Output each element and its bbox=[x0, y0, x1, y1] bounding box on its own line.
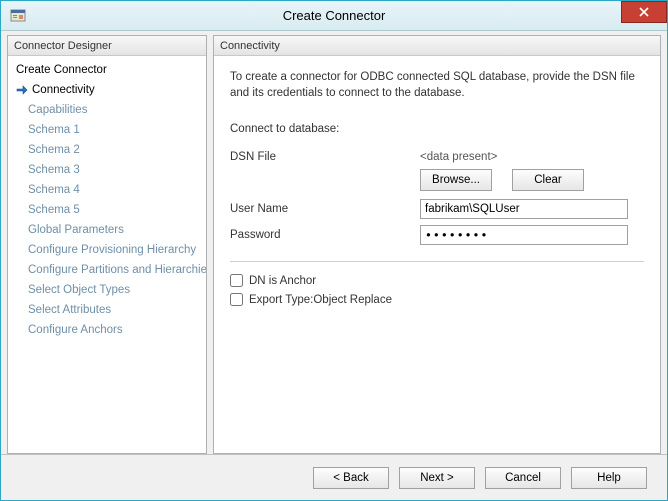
footer: < Back Next > Cancel Help bbox=[1, 454, 667, 500]
nav-item-global-parameters[interactable]: Global Parameters bbox=[14, 220, 206, 240]
nav-item-label: Capabilities bbox=[28, 100, 87, 120]
help-button[interactable]: Help bbox=[571, 467, 647, 489]
nav-item-select-object-types[interactable]: Select Object Types bbox=[14, 280, 206, 300]
dsn-label: DSN File bbox=[230, 151, 420, 163]
nav-item-configure-provisioning-hierarchy[interactable]: Configure Provisioning Hierarchy bbox=[14, 240, 206, 260]
nav-item-create-connector[interactable]: Create Connector bbox=[14, 60, 206, 80]
nav-item-label: Create Connector bbox=[16, 60, 107, 80]
nav-item-label: Schema 4 bbox=[28, 180, 80, 200]
dsn-row: DSN File <data present> bbox=[230, 151, 644, 163]
content-panel: Connectivity To create a connector for O… bbox=[213, 35, 661, 454]
nav-item-schema-1[interactable]: Schema 1 bbox=[14, 120, 206, 140]
nav-item-label: Global Parameters bbox=[28, 220, 124, 240]
nav-item-schema-2[interactable]: Schema 2 bbox=[14, 140, 206, 160]
nav-item-label: Configure Partitions and Hierarchies bbox=[28, 260, 206, 280]
nav-item-schema-3[interactable]: Schema 3 bbox=[14, 160, 206, 180]
nav-item-label: Schema 3 bbox=[28, 160, 80, 180]
export-type-row[interactable]: Export Type:Object Replace bbox=[230, 293, 644, 306]
current-step-arrow-icon bbox=[16, 84, 28, 96]
back-button[interactable]: < Back bbox=[313, 467, 389, 489]
username-input[interactable] bbox=[420, 199, 628, 219]
nav-item-select-attributes[interactable]: Select Attributes bbox=[14, 300, 206, 320]
dn-anchor-row[interactable]: DN is Anchor bbox=[230, 274, 644, 287]
nav-item-capabilities[interactable]: Capabilities bbox=[14, 100, 206, 120]
create-connector-window: Create Connector Connector Designer Crea… bbox=[0, 0, 668, 501]
nav-item-label: Configure Anchors bbox=[28, 320, 123, 340]
username-label: User Name bbox=[230, 203, 420, 215]
next-button[interactable]: Next > bbox=[399, 467, 475, 489]
cancel-button[interactable]: Cancel bbox=[485, 467, 561, 489]
nav-item-label: Schema 1 bbox=[28, 120, 80, 140]
nav-item-label: Schema 5 bbox=[28, 200, 80, 220]
browse-button[interactable]: Browse... bbox=[420, 169, 492, 191]
app-icon bbox=[9, 7, 27, 25]
nav-item-schema-4[interactable]: Schema 4 bbox=[14, 180, 206, 200]
nav-item-label: Select Attributes bbox=[28, 300, 111, 320]
dn-anchor-label: DN is Anchor bbox=[249, 275, 316, 287]
sidebar-header: Connector Designer bbox=[8, 36, 206, 56]
export-type-checkbox[interactable] bbox=[230, 293, 243, 306]
content-body: To create a connector for ODBC connected… bbox=[214, 56, 660, 453]
intro-text: To create a connector for ODBC connected… bbox=[230, 70, 644, 101]
connect-section-label: Connect to database: bbox=[230, 123, 644, 135]
export-type-label: Export Type:Object Replace bbox=[249, 294, 392, 306]
nav-item-label: Schema 2 bbox=[28, 140, 80, 160]
password-input[interactable] bbox=[420, 225, 628, 245]
dn-anchor-checkbox[interactable] bbox=[230, 274, 243, 287]
nav-item-schema-5[interactable]: Schema 5 bbox=[14, 200, 206, 220]
wizard-body: Connector Designer Create ConnectorConne… bbox=[1, 31, 667, 454]
sidebar-panel: Connector Designer Create ConnectorConne… bbox=[7, 35, 207, 454]
close-button[interactable] bbox=[621, 1, 667, 23]
titlebar: Create Connector bbox=[1, 1, 667, 31]
clear-button[interactable]: Clear bbox=[512, 169, 584, 191]
nav-item-connectivity[interactable]: Connectivity bbox=[14, 80, 206, 100]
nav-item-label: Configure Provisioning Hierarchy bbox=[28, 240, 196, 260]
window-title: Create Connector bbox=[1, 8, 667, 23]
nav-item-configure-partitions-and-hierarchies[interactable]: Configure Partitions and Hierarchies bbox=[14, 260, 206, 280]
nav-item-label: Connectivity bbox=[32, 80, 95, 100]
nav-item-configure-anchors[interactable]: Configure Anchors bbox=[14, 320, 206, 340]
sidebar-nav: Create ConnectorConnectivityCapabilities… bbox=[8, 56, 206, 344]
content-header: Connectivity bbox=[214, 36, 660, 56]
nav-item-label: Select Object Types bbox=[28, 280, 130, 300]
dsn-value: <data present> bbox=[420, 151, 497, 163]
separator bbox=[230, 261, 644, 262]
username-row: User Name bbox=[230, 199, 644, 219]
password-row: Password bbox=[230, 225, 644, 245]
dsn-buttons-row: Browse... Clear bbox=[230, 169, 644, 191]
password-label: Password bbox=[230, 229, 420, 241]
